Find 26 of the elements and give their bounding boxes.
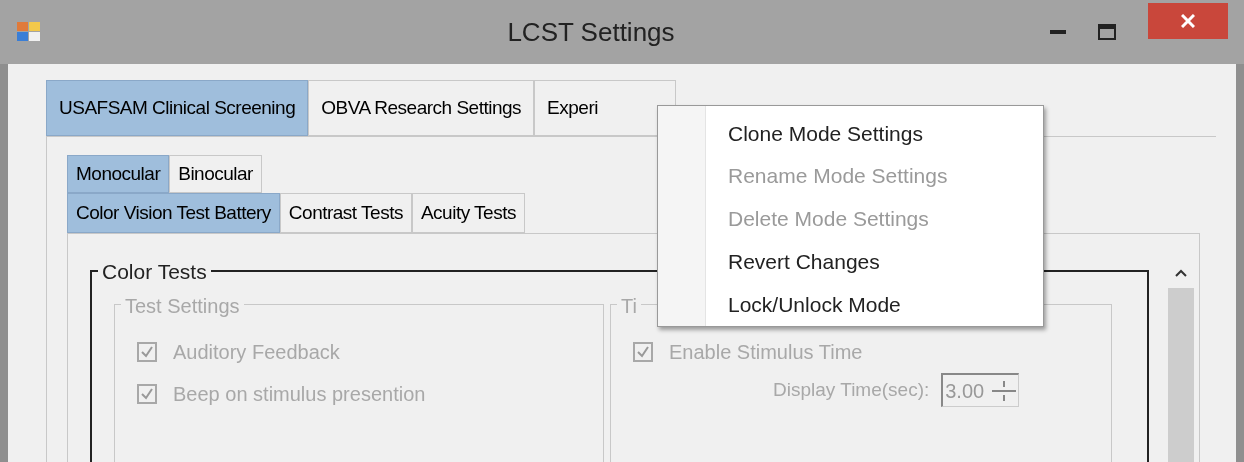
scroll-up-icon[interactable]: [1174, 268, 1188, 278]
menu-item[interactable]: Clone Mode Settings: [706, 112, 948, 155]
close-button[interactable]: [1148, 3, 1228, 39]
minimize-icon[interactable]: [1050, 29, 1066, 35]
tab[interactable]: Experi: [534, 80, 677, 136]
field-label: Display Time(sec):: [773, 377, 930, 402]
tab[interactable]: Color Vision Test Battery: [67, 193, 280, 233]
window-title: LCST Settings: [506, 15, 676, 49]
close-icon: [1181, 14, 1195, 28]
tab[interactable]: Monocular: [67, 155, 170, 193]
checkbox-label: Auditory Feedback: [173, 340, 340, 365]
checkbox-label: Beep on stimulus presention: [173, 382, 426, 407]
app-icon: [16, 20, 42, 44]
tab[interactable]: USAFSAM Clinical Screening: [46, 80, 309, 136]
spinner-value: 3.00: [945, 378, 985, 404]
maximize-icon[interactable]: [1098, 24, 1116, 40]
tab[interactable]: Acuity Tests: [411, 193, 525, 233]
checkbox-label: Enable Stimulus Time: [669, 340, 863, 365]
check-icon: [140, 345, 154, 359]
menu-item[interactable]: Lock/Unlock Mode: [706, 283, 948, 326]
menu-item[interactable]: Revert Changes: [706, 240, 948, 284]
tab[interactable]: OBVA Research Settings: [308, 80, 535, 136]
check-icon: [636, 345, 650, 359]
check-icon: [140, 387, 154, 401]
tab[interactable]: Binocular: [169, 155, 262, 193]
tab[interactable]: Contrast Tests: [279, 193, 412, 233]
